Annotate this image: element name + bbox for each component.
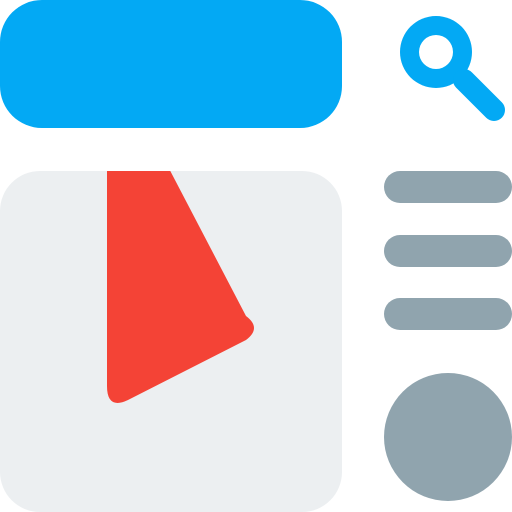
search-icon[interactable] xyxy=(384,0,512,128)
video-search-app-icon xyxy=(0,0,512,512)
play-icon[interactable] xyxy=(0,171,342,512)
list-line-1 xyxy=(384,171,512,203)
play-icon-triangle xyxy=(107,171,254,403)
avatar-circle xyxy=(384,373,512,501)
search-icon-lens-hole xyxy=(419,35,453,69)
search-icon-handle xyxy=(453,69,505,121)
search-bar[interactable] xyxy=(0,0,342,128)
list-line-3 xyxy=(384,298,512,330)
list-line-2 xyxy=(384,235,512,267)
